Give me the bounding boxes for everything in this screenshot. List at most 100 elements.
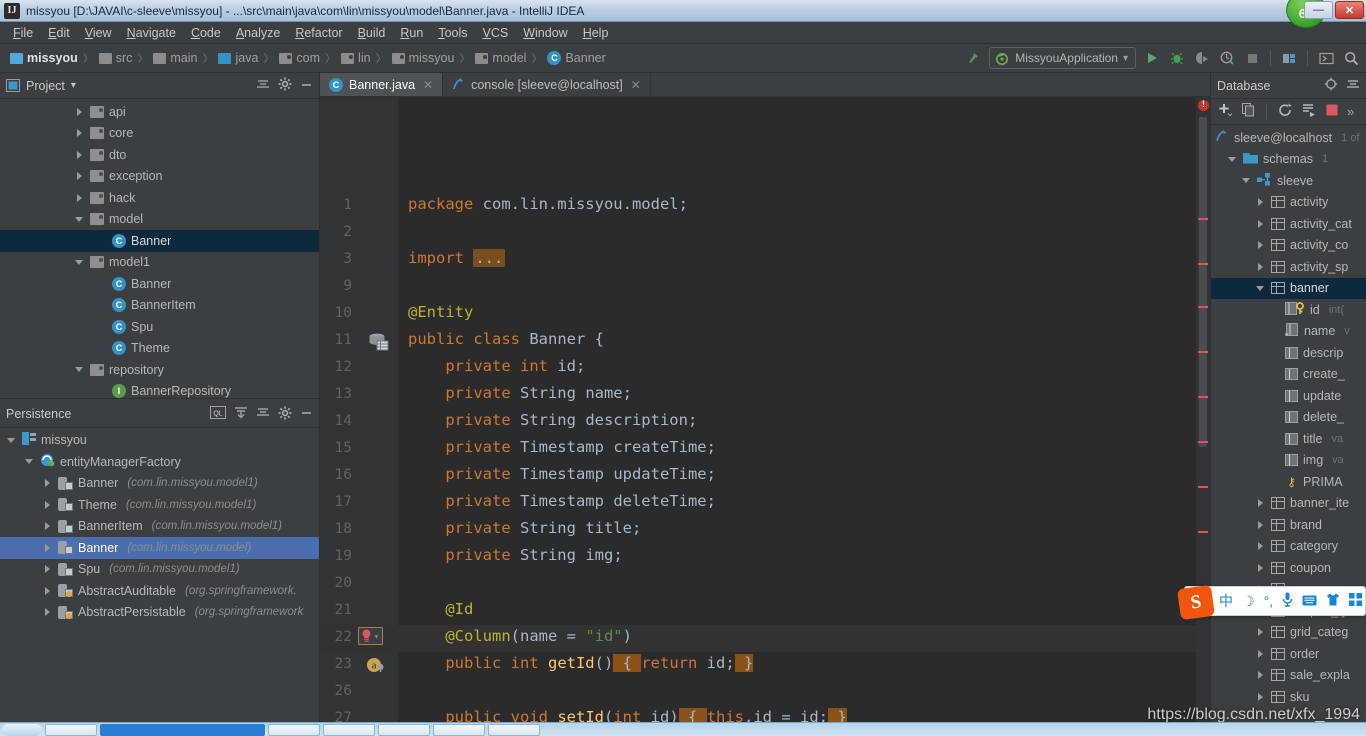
collapsed-body-fold[interactable]: { bbox=[613, 654, 642, 672]
tree-expand-arrow[interactable] bbox=[6, 435, 17, 446]
add-icon[interactable] bbox=[1218, 103, 1233, 120]
database-tree-row[interactable]: category bbox=[1211, 536, 1366, 558]
hide-panel-icon[interactable] bbox=[300, 78, 313, 94]
database-tree-row[interactable]: brand bbox=[1211, 514, 1366, 536]
menu-item-tools[interactable]: Tools bbox=[431, 24, 474, 42]
collapsed-imports-fold[interactable]: ... bbox=[473, 249, 506, 267]
entity-gutter-icon[interactable] bbox=[368, 333, 390, 355]
error-stripe-mark[interactable] bbox=[1198, 306, 1208, 308]
database-tree-row[interactable]: sale_expla bbox=[1211, 665, 1366, 687]
database-tree-row[interactable]: sku bbox=[1211, 686, 1366, 708]
database-tree-row[interactable]: banner bbox=[1211, 277, 1366, 299]
tree-expand-arrow[interactable] bbox=[74, 364, 85, 375]
menu-item-navigate[interactable]: Navigate bbox=[120, 24, 183, 42]
terminal-icon[interactable] bbox=[1317, 49, 1335, 67]
database-tree-row[interactable]: img va bbox=[1211, 450, 1366, 472]
tree-expand-arrow[interactable] bbox=[1255, 691, 1266, 702]
close-icon[interactable]: ✕ bbox=[631, 78, 641, 92]
persistence-tree-row[interactable]: AbstractAuditable (org.springframework. bbox=[0, 580, 319, 602]
database-tree-row[interactable]: sleeve bbox=[1211, 170, 1366, 192]
tree-expand-arrow[interactable] bbox=[1255, 283, 1266, 294]
profiler-icon[interactable] bbox=[1218, 49, 1236, 67]
persistence-tree-row[interactable]: Spu (com.lin.missyou.model1) bbox=[0, 559, 319, 581]
copy-icon[interactable] bbox=[1242, 103, 1255, 120]
menu-item-analyze[interactable]: Analyze bbox=[229, 24, 287, 42]
collapse-all-icon[interactable] bbox=[256, 406, 270, 422]
database-tree-row[interactable]: update bbox=[1211, 385, 1366, 407]
tree-expand-arrow[interactable] bbox=[1255, 218, 1266, 229]
breadcrumb-item-model[interactable]: model bbox=[471, 51, 530, 65]
tree-expand-arrow[interactable] bbox=[74, 171, 85, 182]
menu-item-run[interactable]: Run bbox=[393, 24, 430, 42]
project-tree-row[interactable]: C Theme bbox=[0, 338, 319, 360]
error-stripe[interactable]: ! bbox=[1196, 97, 1210, 736]
tree-expand-arrow[interactable] bbox=[42, 564, 53, 575]
target-icon[interactable] bbox=[1324, 77, 1338, 94]
tree-expand-arrow[interactable] bbox=[74, 257, 85, 268]
persistence-tree-row[interactable]: AbstractPersistable (org.springframework bbox=[0, 602, 319, 624]
menu-item-help[interactable]: Help bbox=[576, 24, 616, 42]
stop-icon[interactable] bbox=[1243, 49, 1261, 67]
database-tree-row[interactable]: descrip bbox=[1211, 342, 1366, 364]
tree-expand-arrow[interactable] bbox=[1255, 498, 1266, 509]
ime-moon-icon[interactable]: ☽ bbox=[1242, 593, 1255, 610]
breadcrumb-item-Banner[interactable]: C Banner bbox=[543, 51, 609, 65]
tree-expand-arrow[interactable] bbox=[74, 149, 85, 160]
ime-voice-icon[interactable] bbox=[1282, 592, 1293, 610]
project-tree-row[interactable]: C Spu bbox=[0, 316, 319, 338]
tree-expand-arrow[interactable] bbox=[42, 607, 53, 618]
intention-bulb-icon[interactable]: ▾ bbox=[358, 627, 383, 646]
editor-tab-console[interactable]: console [sleeve@localhost] ✕ bbox=[443, 73, 651, 96]
project-tree-row[interactable]: C Banner bbox=[0, 230, 319, 252]
project-tree-row[interactable]: I BannerRepository bbox=[0, 381, 319, 398]
error-stripe-mark[interactable] bbox=[1198, 486, 1208, 488]
chevron-down-icon[interactable]: ▾ bbox=[1123, 53, 1128, 64]
persistence-tree-row[interactable]: Banner (com.lin.missyou.model1) bbox=[0, 473, 319, 495]
project-tree-row[interactable]: C BannerItem bbox=[0, 295, 319, 317]
menu-item-code[interactable]: Code bbox=[184, 24, 228, 42]
project-tree-row[interactable]: exception bbox=[0, 166, 319, 188]
database-tree-row[interactable]: coupon bbox=[1211, 557, 1366, 579]
database-tree-row[interactable]: name v bbox=[1211, 321, 1366, 343]
project-tree-row[interactable]: model bbox=[0, 209, 319, 231]
menu-item-window[interactable]: Window bbox=[516, 24, 574, 42]
editor-gutter[interactable]: 123910111213141516171819202122▾23a262730… bbox=[320, 97, 398, 736]
tree-expand-arrow[interactable] bbox=[42, 478, 53, 489]
tree-expand-arrow[interactable] bbox=[1255, 240, 1266, 251]
breadcrumb-item-com[interactable]: com bbox=[275, 51, 324, 65]
run-configuration-selector[interactable]: MissyouApplication ▾ bbox=[989, 47, 1136, 69]
minimize-button[interactable]: — bbox=[1304, 1, 1333, 19]
menu-item-refactor[interactable]: Refactor bbox=[288, 24, 349, 42]
project-tree[interactable]: api core dto exception hack model C Banner model… bbox=[0, 99, 319, 398]
taskbar-item[interactable] bbox=[268, 723, 320, 736]
start-button[interactable] bbox=[2, 723, 42, 736]
tree-expand-arrow[interactable] bbox=[1255, 648, 1266, 659]
tree-expand-arrow[interactable] bbox=[42, 542, 53, 553]
tree-expand-arrow[interactable] bbox=[74, 214, 85, 225]
collapse-all-icon[interactable] bbox=[1346, 78, 1360, 94]
tree-expand-arrow[interactable] bbox=[1255, 519, 1266, 530]
tree-expand-arrow[interactable] bbox=[74, 192, 85, 203]
build-icon[interactable] bbox=[964, 49, 982, 67]
taskbar-item[interactable] bbox=[433, 723, 485, 736]
menu-item-view[interactable]: View bbox=[78, 24, 119, 42]
error-stripe-badge[interactable]: ! bbox=[1198, 100, 1209, 111]
ime-skin-icon[interactable] bbox=[1326, 593, 1340, 609]
tree-expand-arrow[interactable] bbox=[1255, 627, 1266, 638]
settings-gear-icon[interactable] bbox=[278, 406, 292, 423]
database-tree-row[interactable]: activity bbox=[1211, 192, 1366, 214]
persistence-tree-row[interactable]: entityManagerFactory bbox=[0, 451, 319, 473]
persistence-tree-row[interactable]: Banner (com.lin.missyou.model) bbox=[0, 537, 319, 559]
database-tree[interactable]: sleeve@localhost 1 of schemas 1 sleeve activ… bbox=[1211, 125, 1366, 736]
tree-expand-arrow[interactable] bbox=[1255, 541, 1266, 552]
hide-panel-icon[interactable] bbox=[300, 406, 313, 422]
breadcrumb-item-missyou[interactable]: missyou bbox=[6, 51, 82, 65]
database-tree-row[interactable]: activity_co bbox=[1211, 235, 1366, 257]
error-stripe-mark[interactable] bbox=[1198, 441, 1208, 443]
refresh-icon[interactable] bbox=[1278, 103, 1293, 120]
database-tree-row[interactable]: grid_categ bbox=[1211, 622, 1366, 644]
menu-item-edit[interactable]: Edit bbox=[41, 24, 77, 42]
project-structure-icon[interactable] bbox=[1280, 49, 1298, 67]
menu-item-file[interactable]: File bbox=[6, 24, 40, 42]
editor-body[interactable]: 123910111213141516171819202122▾23a262730… bbox=[320, 97, 1210, 736]
